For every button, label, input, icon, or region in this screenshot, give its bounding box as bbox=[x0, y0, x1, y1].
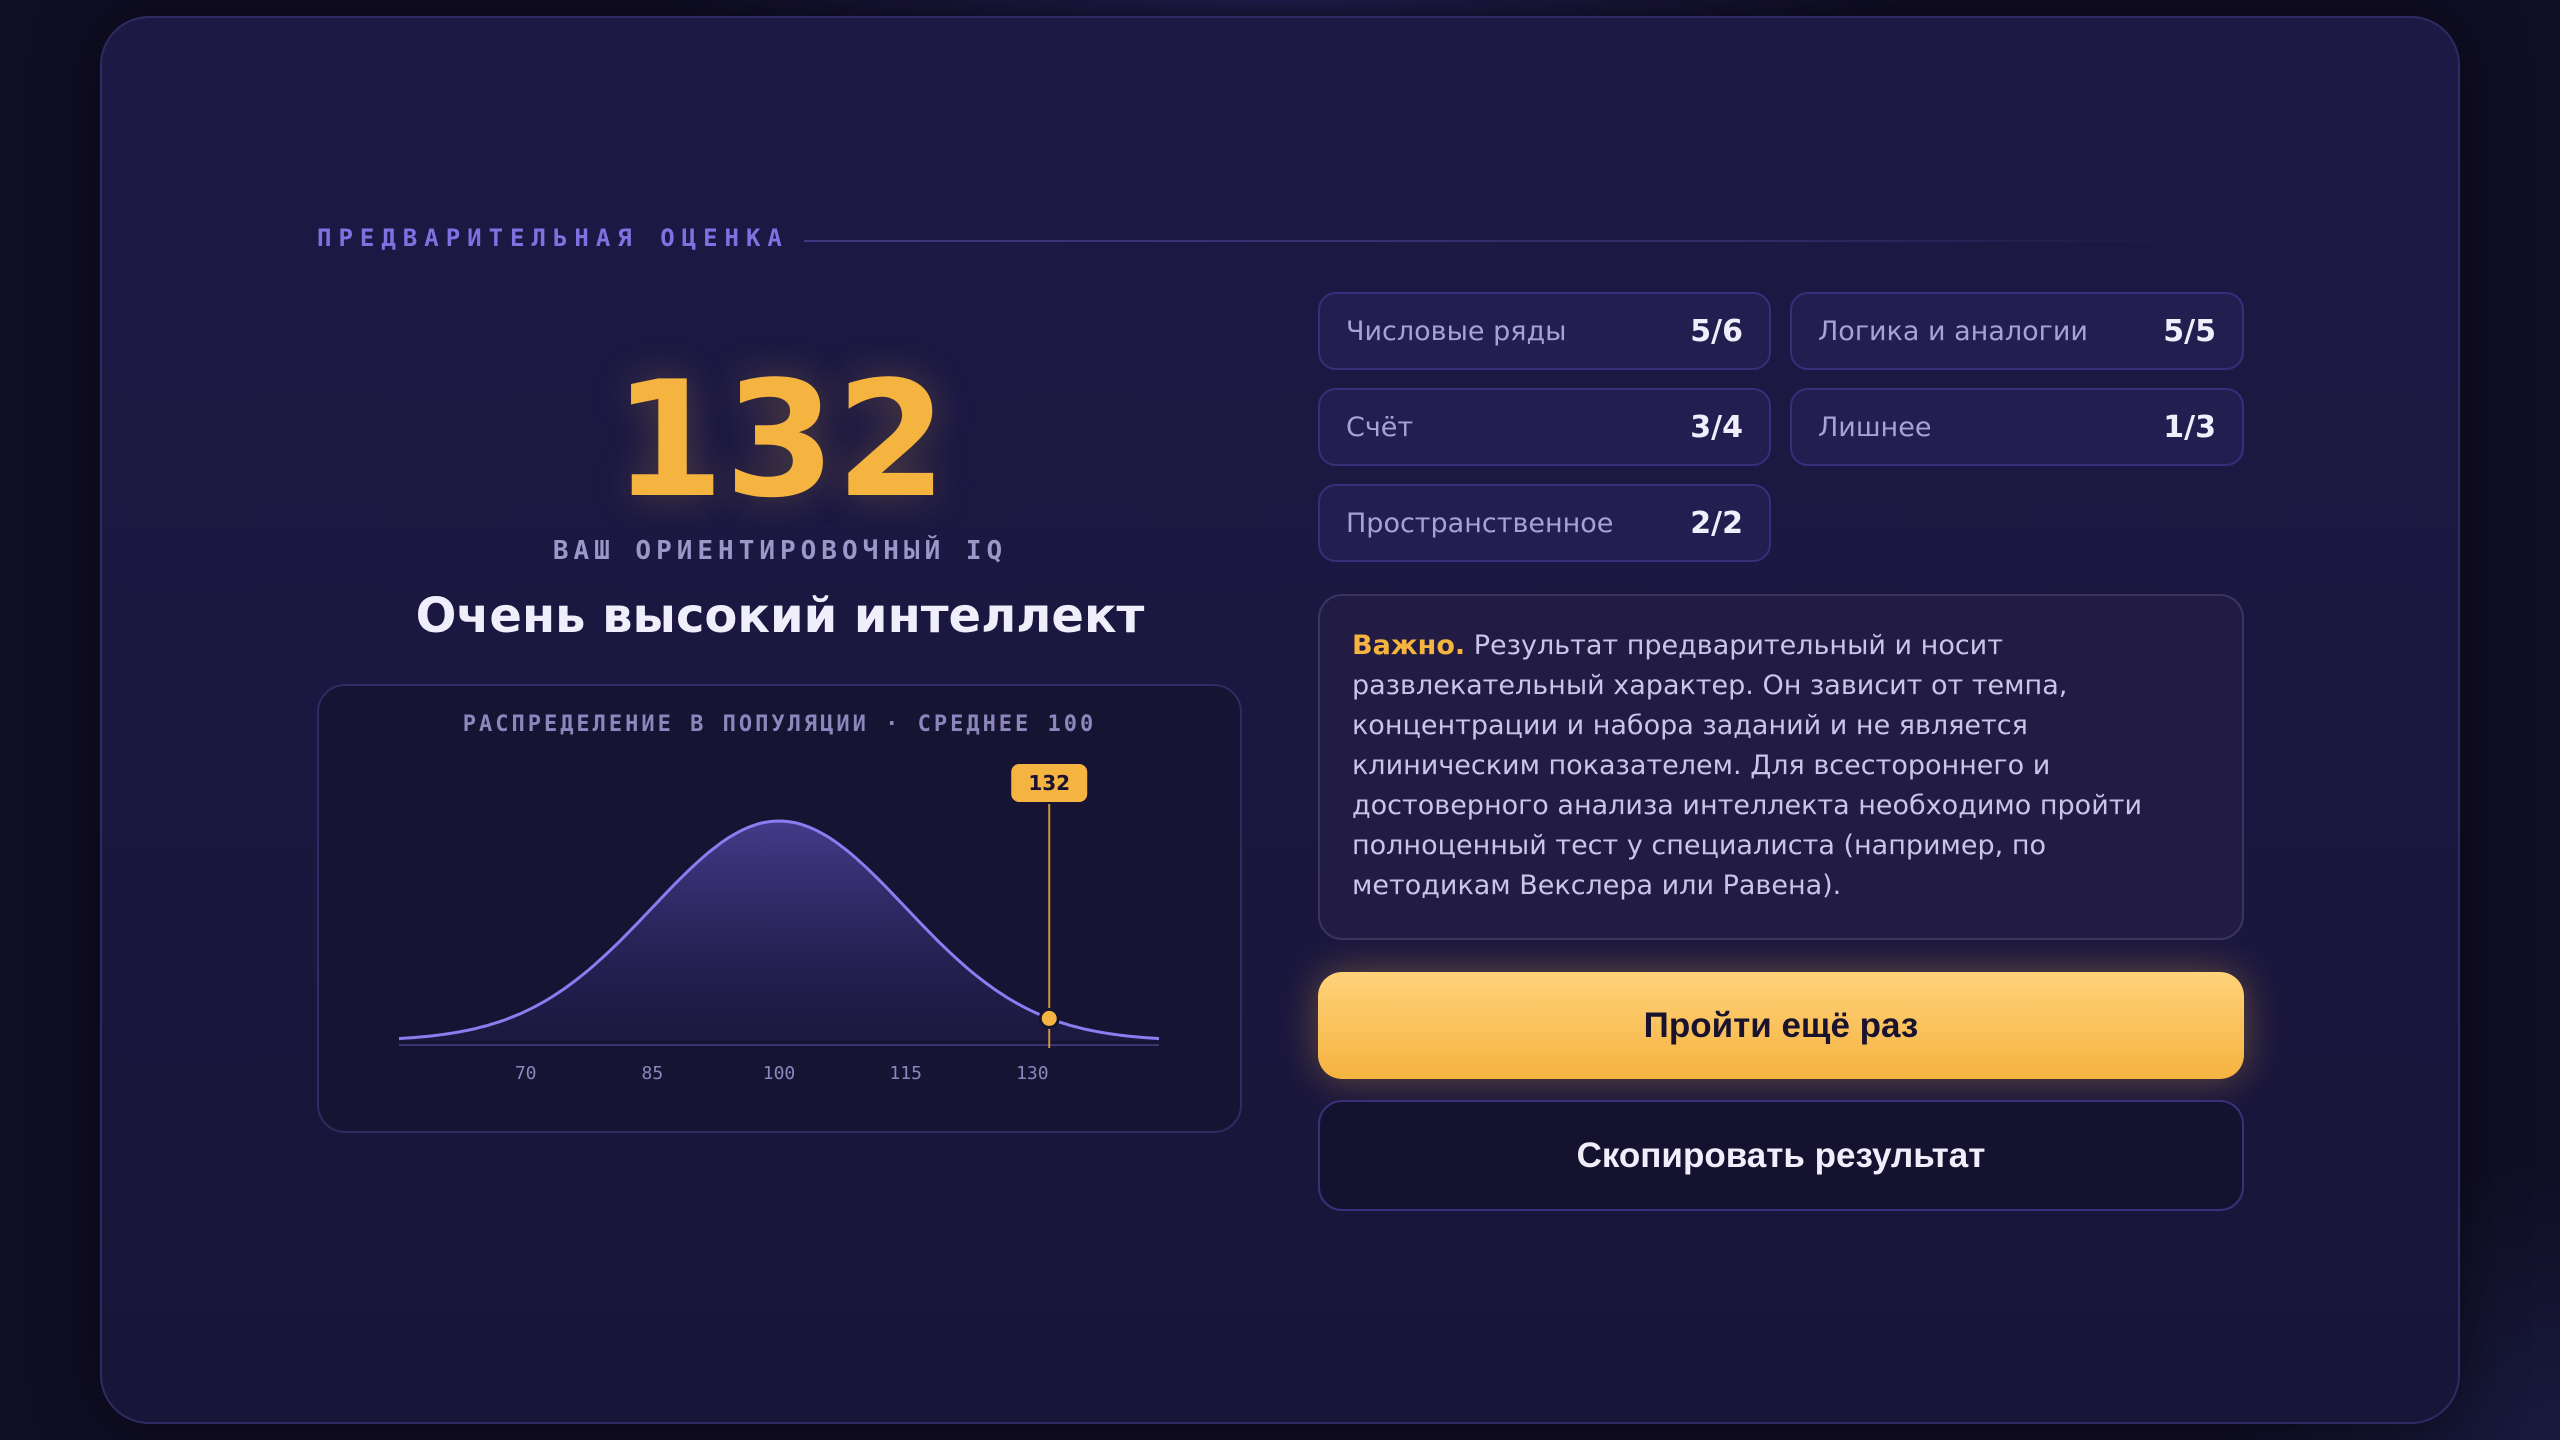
stat-name: Счёт bbox=[1346, 411, 1414, 443]
stat-card-logic: Логика и аналогии 5/5 bbox=[1790, 292, 2244, 370]
eyebrow-divider bbox=[804, 240, 2184, 242]
stat-value: 3/4 bbox=[1690, 409, 1743, 445]
stat-card-spatial: Пространственное 2/2 bbox=[1318, 484, 1771, 562]
iq-verdict: Очень высокий интеллект bbox=[415, 588, 1145, 644]
stat-card-number-series: Числовые ряды 5/6 bbox=[1318, 292, 1771, 370]
x-tick-label: 85 bbox=[641, 1063, 663, 1084]
x-tick-label: 115 bbox=[889, 1063, 922, 1084]
section-eyebrow: ПРЕДВАРИТЕЛЬНАЯ ОЦЕНКА bbox=[317, 224, 789, 252]
stat-card-odd-one-out: Лишнее 1/3 bbox=[1790, 388, 2244, 466]
copy-result-button[interactable]: Скопировать результат bbox=[1318, 1100, 2244, 1211]
stat-name: Логика и аналогии bbox=[1818, 315, 2088, 347]
iq-score: 132 bbox=[613, 346, 947, 533]
distribution-area bbox=[399, 821, 1159, 1041]
iq-score-label: ВАШ ОРИЕНТИРОВОЧНЫЙ IQ bbox=[552, 536, 1008, 566]
stat-value: 2/2 bbox=[1690, 505, 1743, 541]
distribution-chart: 70 85 100 115 130 132 bbox=[398, 764, 1160, 1084]
score-marker-label: 132 bbox=[1028, 771, 1070, 795]
stat-name: Лишнее bbox=[1818, 411, 1932, 443]
stat-card-counting: Счёт 3/4 bbox=[1318, 388, 1771, 466]
x-tick-label: 130 bbox=[1016, 1063, 1049, 1084]
x-tick-label: 100 bbox=[763, 1063, 796, 1084]
stat-value: 5/5 bbox=[2163, 313, 2216, 349]
retry-button[interactable]: Пройти ещё раз bbox=[1318, 972, 2244, 1079]
stat-name: Числовые ряды bbox=[1346, 315, 1567, 347]
x-tick-label: 70 bbox=[515, 1063, 537, 1084]
disclaimer-text: Результат предварительный и носит развле… bbox=[1352, 630, 2143, 901]
disclaimer-note: Важно. Результат предварительный и носит… bbox=[1318, 594, 2244, 940]
score-marker-dot bbox=[1038, 1007, 1060, 1029]
distribution-panel: РАСПРЕДЕЛЕНИЕ В ПОПУЛЯЦИИ · СРЕДНЕЕ 100 … bbox=[317, 684, 1242, 1133]
stat-value: 1/3 bbox=[2163, 409, 2216, 445]
disclaimer-label: Важно. bbox=[1352, 630, 1466, 661]
stat-value: 5/6 bbox=[1690, 313, 1743, 349]
stat-name: Пространственное bbox=[1346, 507, 1614, 539]
